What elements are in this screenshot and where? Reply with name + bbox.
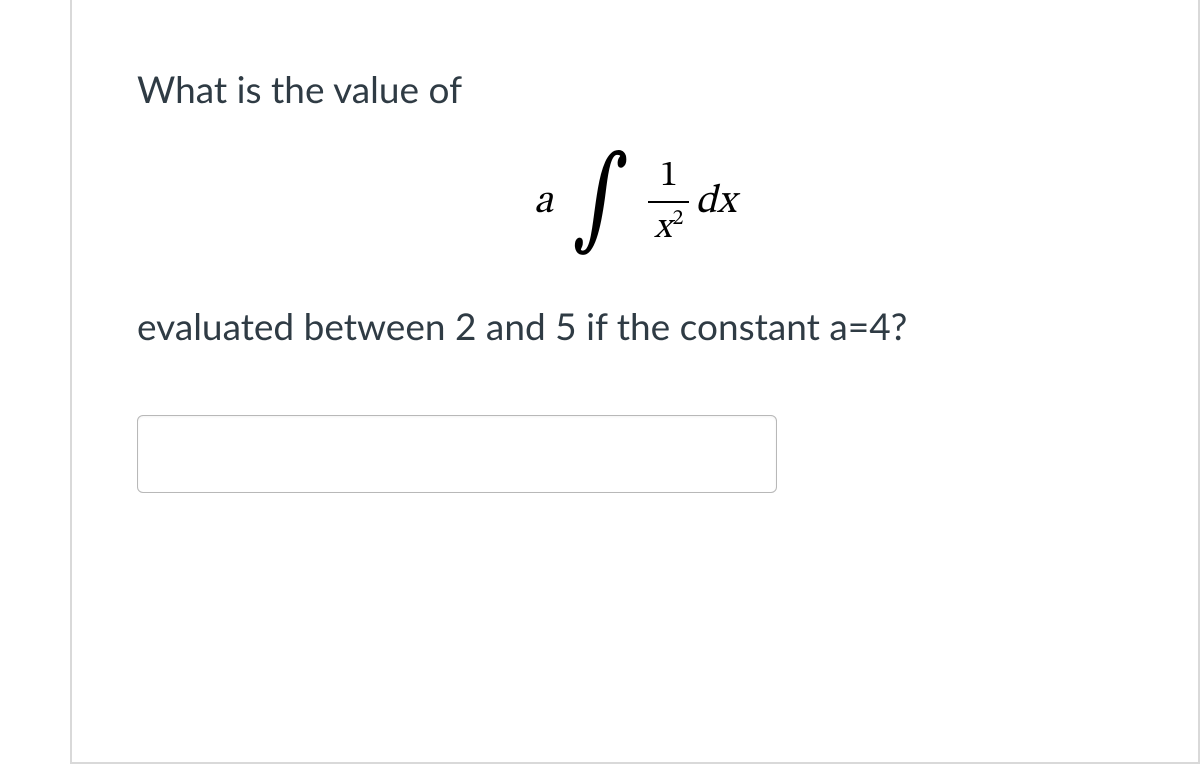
fraction-denominator: x2: [648, 203, 689, 251]
coefficient-a: a: [534, 177, 553, 227]
question-card: What is the value of a ∫ 1 x2 dx evaluat…: [70, 0, 1200, 764]
differential-dx: dx: [695, 177, 736, 227]
fraction-numerator: 1: [650, 154, 688, 201]
math-expression: a ∫ 1 x2 dx: [137, 147, 1133, 257]
answer-input[interactable]: [137, 415, 777, 493]
denominator-variable: x: [654, 210, 671, 246]
denominator-exponent: 2: [673, 208, 684, 230]
question-line-1: What is the value of: [137, 60, 1133, 117]
question-line-2: evaluated between 2 and 5 if the constan…: [137, 297, 1133, 354]
fraction: 1 x2: [648, 154, 689, 251]
integral-symbol: ∫: [572, 147, 628, 257]
